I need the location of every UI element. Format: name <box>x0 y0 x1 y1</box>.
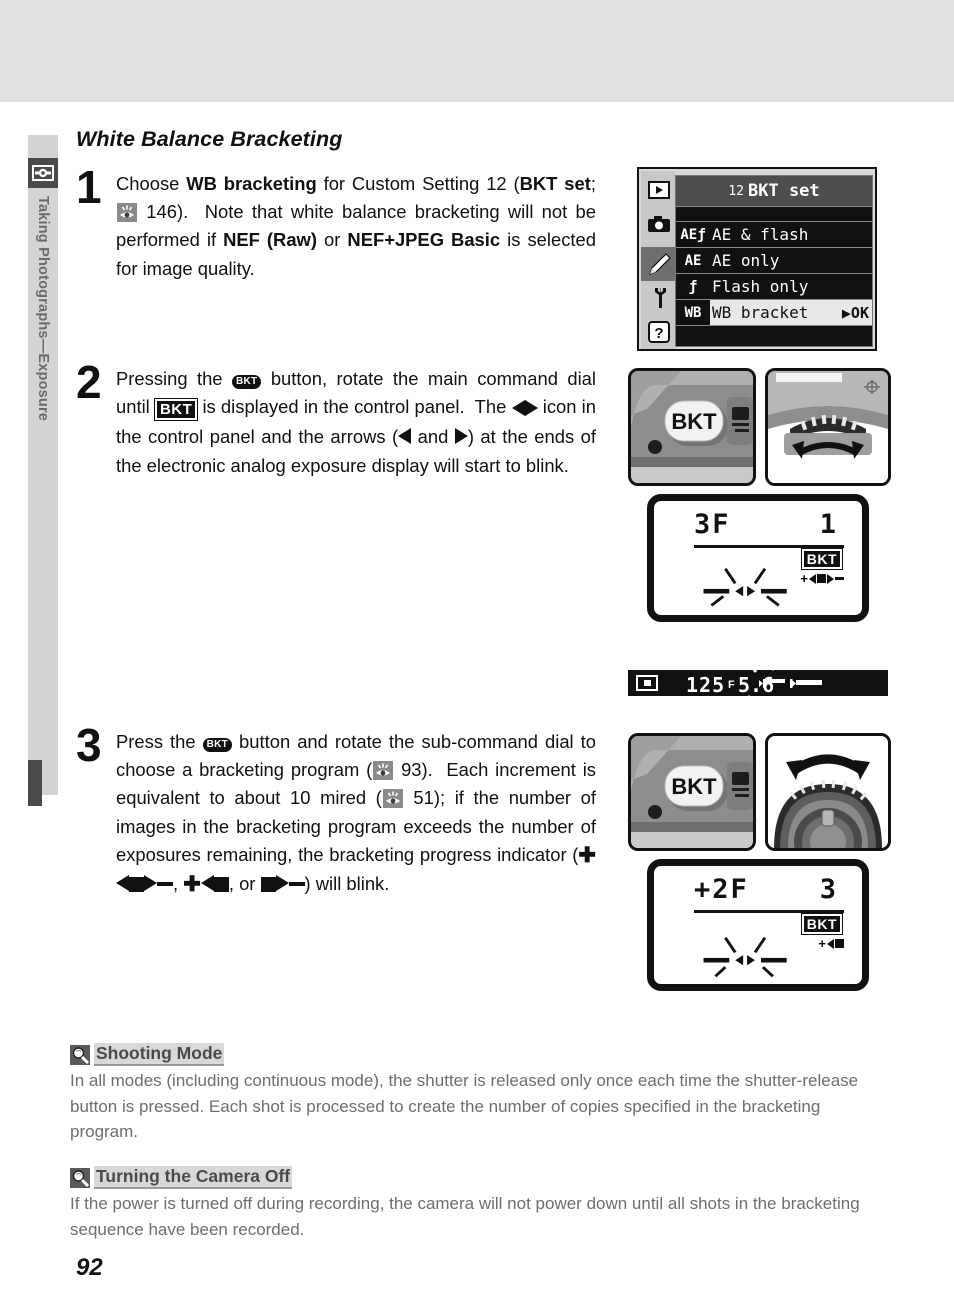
menu-item-ae-flash[interactable]: AEƒ AE & flash <box>676 221 872 247</box>
note-header: Shooting Mode <box>70 1043 892 1066</box>
menu-body: 12 BKT set AEƒ AE & flash AE AE only ƒ F… <box>675 175 873 347</box>
menu-spacer-top <box>676 206 872 221</box>
right-arrow-icon <box>454 428 468 445</box>
svg-text:?: ? <box>654 325 663 342</box>
page-title: White Balance Bracketing <box>76 127 343 151</box>
cp-rule-right <box>780 545 844 548</box>
bkt-button-photo: BKT <box>628 368 756 486</box>
viewfinder-display: 125 F 5.6 <box>628 650 888 715</box>
note-turning-camera-off: Turning the Camera Off If the power is t… <box>70 1166 892 1242</box>
bkt-indicator: BKT <box>800 913 844 935</box>
bracket-indicator-plus-icon: ✚ <box>183 873 229 896</box>
svg-text:BKT: BKT <box>671 774 717 799</box>
menu-item-label: Flash only <box>712 277 809 296</box>
camera-icon[interactable] <box>647 213 671 235</box>
svg-text:BKT: BKT <box>671 409 717 434</box>
camera-menu-screen: ? 12 BKT set AEƒ AE & flash AE AE only ƒ… <box>637 167 877 351</box>
control-panel-display-2: +2F 3 BKT + <box>647 859 869 991</box>
step-2: 2 Pressing the BKT button, rotate the ma… <box>76 359 596 480</box>
menu-item-label: AE only <box>712 251 780 270</box>
ae-icon: AE <box>684 252 702 269</box>
menu-title: 12 BKT set <box>676 176 872 206</box>
step-number: 2 <box>76 356 102 408</box>
bracket-count-value: 1 <box>819 509 836 540</box>
step-2-text: Pressing the BKT button, rotate the main… <box>116 368 596 476</box>
bracket-frames-value: +2F <box>694 874 749 905</box>
menu-icon-column: ? <box>641 171 677 349</box>
note-header: Turning the Camera Off <box>70 1166 892 1189</box>
bracket-count-value: 3 <box>819 874 836 905</box>
camera-exposure-icon <box>28 158 58 188</box>
main-command-dial-photo <box>765 368 891 486</box>
menu-item-ae-only[interactable]: AE AE only <box>676 247 872 273</box>
control-panel-display-1: 3F 1 BKT + <box>647 494 869 622</box>
step-1: 1 Choose WB bracketing for Custom Settin… <box>76 164 596 283</box>
page-reference-icon <box>373 761 394 781</box>
page-number: 92 <box>76 1254 103 1281</box>
bkt-button-photo-2: BKT <box>628 733 756 851</box>
cp-rule-right <box>780 910 844 913</box>
bkt-button-icon: BKT <box>202 738 233 752</box>
menu-item-label: AE & flash <box>712 225 809 244</box>
menu-item-wb-bracket[interactable]: WB WB bracket ▶OK <box>676 299 872 325</box>
bracket-frames-value: 3F <box>694 509 731 540</box>
magnifier-icon <box>70 1167 90 1188</box>
sub-command-dial-photo <box>765 733 891 851</box>
chapter-label: Taking Photographs—Exposure <box>35 196 51 422</box>
note-title: Shooting Mode <box>94 1043 225 1066</box>
magnifier-icon <box>70 1044 90 1065</box>
menu-item-label: WB bracket <box>712 303 809 322</box>
ae-flash-icon: AEƒ <box>680 226 706 243</box>
left-right-arrow-icon <box>511 395 538 423</box>
step-number: 1 <box>76 161 102 213</box>
pencil-icon[interactable] <box>641 247 677 281</box>
flash-icon: ƒ <box>688 278 698 295</box>
step-number: 3 <box>76 719 102 771</box>
question-icon[interactable]: ? <box>647 321 671 343</box>
step-3-text: Press the BKT button and rotate the sub-… <box>116 731 596 897</box>
bracket-indicator-minus-icon <box>260 873 305 894</box>
analog-exposure-blink <box>703 567 787 607</box>
cp-rule-left <box>694 910 794 913</box>
menu-setting-number: 12 <box>728 183 744 199</box>
note-title: Turning the Camera Off <box>94 1166 293 1189</box>
menu-ok-hint: ▶OK <box>841 303 869 322</box>
page-edge-tab <box>28 760 42 806</box>
left-arrow-icon <box>398 428 412 445</box>
page-reference-icon <box>382 789 403 809</box>
bkt-button-icon: BKT <box>231 375 262 389</box>
play-icon[interactable] <box>647 179 671 201</box>
step-1-text: Choose WB bracketing for Custom Setting … <box>116 173 596 279</box>
menu-spacer-bottom <box>676 325 872 342</box>
menu-item-flash-only[interactable]: ƒ Flash only <box>676 273 872 299</box>
viewfinder-blink-marks <box>738 655 828 711</box>
note-body: If the power is turned off during record… <box>70 1194 860 1239</box>
wb-icon: WB <box>676 300 710 325</box>
cp-rule-left <box>694 545 794 548</box>
analog-exposure-blink <box>703 936 787 978</box>
top-gray-band <box>0 0 954 102</box>
note-body: In all modes (including continuous mode)… <box>70 1071 859 1141</box>
note-shooting-mode: Shooting Mode In all modes (including co… <box>70 1043 892 1145</box>
page-reference-icon <box>117 203 137 223</box>
wrench-icon[interactable] <box>647 287 671 309</box>
menu-title-label: BKT set <box>748 181 820 201</box>
bkt-lcd-icon: BKT <box>153 398 199 422</box>
step-3: 3 Press the BKT button and rotate the su… <box>76 722 596 899</box>
